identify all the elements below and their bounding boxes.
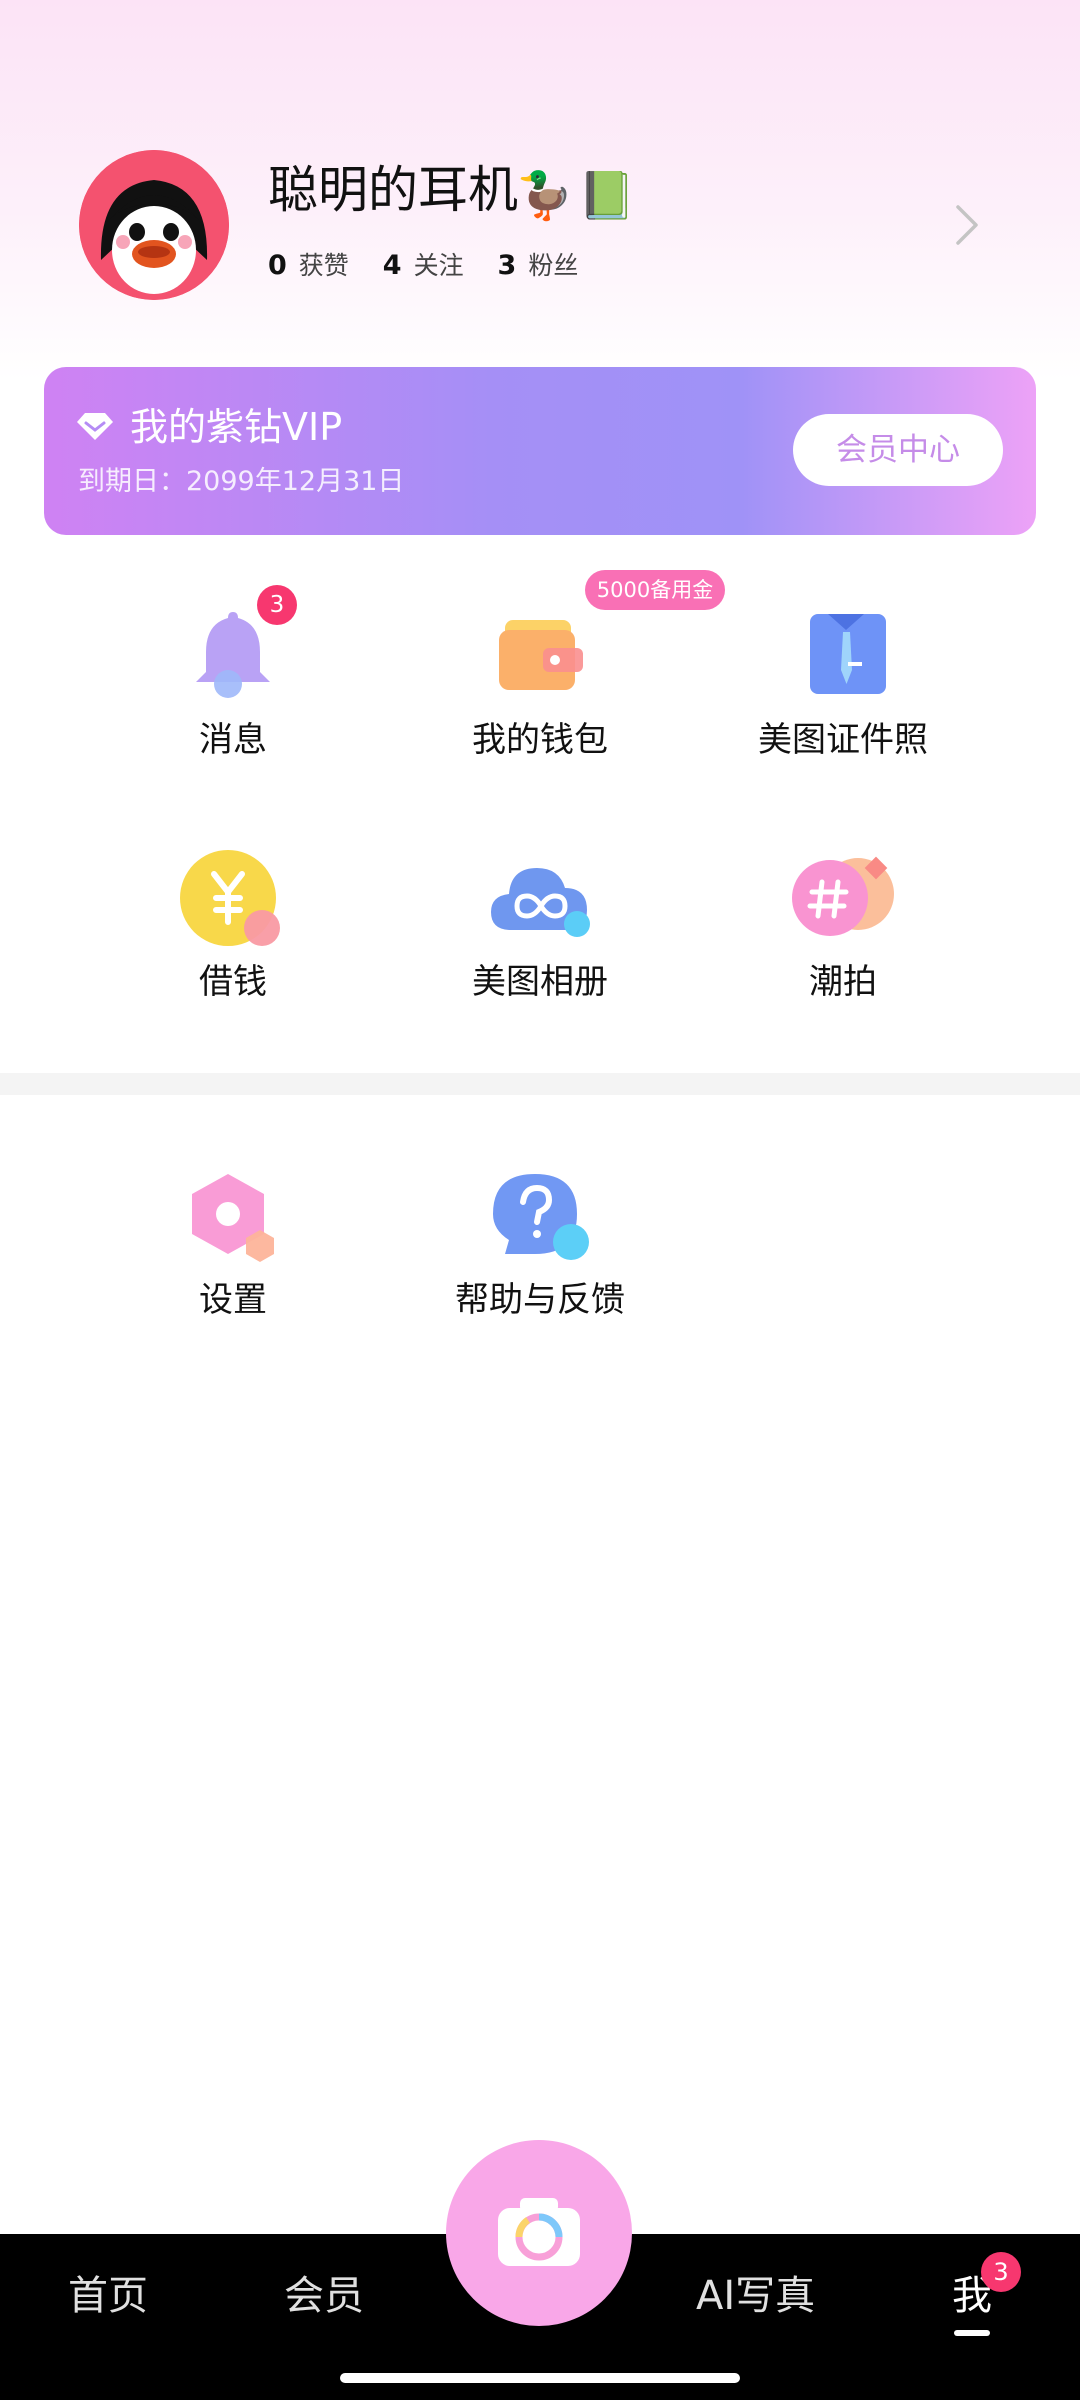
grid-item-trend-shot[interactable]: 潮拍 (693, 842, 993, 1022)
avatar[interactable] (79, 150, 229, 300)
duck-emoji: 🦆 (516, 168, 574, 222)
tab-me-badge: 3 (981, 2252, 1021, 2292)
tab-me-indicator (954, 2330, 990, 2336)
profile-header[interactable]: 聪明的耳机 🦆 📗 0 获赞 4 关注 3 粉丝 (0, 0, 1080, 360)
help-feedback-item[interactable]: 帮助与反馈 (390, 1160, 690, 1340)
borrow-label: 借钱 (199, 962, 267, 1002)
section-divider (0, 1073, 1080, 1095)
following-count[interactable]: 4 (383, 250, 402, 281)
settings-label: 设置 (199, 1280, 267, 1320)
message-label: 消息 (199, 720, 267, 760)
settings-item[interactable]: 设置 (83, 1160, 383, 1340)
tab-vip[interactable]: 会员 (284, 2276, 364, 2316)
grid-item-album[interactable]: 美图相册 (390, 842, 690, 1022)
tab-ai-photo[interactable]: AI写真 (696, 2276, 815, 2316)
likes-count[interactable]: 0 (268, 250, 287, 281)
id-photo-label: 美图证件照 (758, 720, 928, 760)
following-label[interactable]: 关注 (414, 251, 464, 280)
grid-item-id-photo[interactable]: 美图证件照 (693, 600, 993, 780)
hashtag-chat-icon (792, 856, 894, 936)
grid-item-borrow[interactable]: 借钱 (83, 842, 383, 1022)
likes-label[interactable]: 获赞 (299, 251, 349, 280)
chevron-right-icon[interactable] (952, 203, 982, 247)
help-question-icon (493, 1174, 589, 1260)
yen-coin-icon (180, 850, 280, 946)
album-label: 美图相册 (472, 962, 608, 1002)
camera-button[interactable] (446, 2140, 632, 2326)
settings-hexagon-icon (192, 1174, 274, 1262)
vip-expiry-date: 到期日：2099年12月31日 (78, 466, 405, 497)
wallet-label: 我的钱包 (472, 720, 608, 760)
grid-item-message[interactable]: 消息 (83, 600, 383, 780)
tab-home[interactable]: 首页 (68, 2276, 148, 2316)
camera-icon (498, 2198, 580, 2266)
diamond-icon (77, 413, 113, 440)
help-feedback-label: 帮助与反馈 (455, 1280, 625, 1320)
message-badge: 3 (257, 585, 297, 625)
vip-title: 我的紫钻VIP (130, 405, 343, 449)
username[interactable]: 聪明的耳机 (268, 165, 518, 215)
profile-stats: 0 获赞 4 关注 3 粉丝 (268, 252, 604, 279)
cloud-infinity-icon (491, 868, 590, 937)
id-photo-icon (810, 614, 886, 694)
wallet-icon (499, 620, 583, 690)
followers-count[interactable]: 3 (498, 250, 517, 281)
green-book-emoji: 📗 (578, 168, 636, 222)
grid-item-wallet[interactable]: 我的钱包 (390, 600, 690, 780)
trend-shot-label: 潮拍 (809, 962, 877, 1002)
vip-center-button[interactable]: 会员中心 (793, 414, 1003, 486)
home-indicator (340, 2373, 740, 2383)
followers-label[interactable]: 粉丝 (528, 251, 578, 280)
